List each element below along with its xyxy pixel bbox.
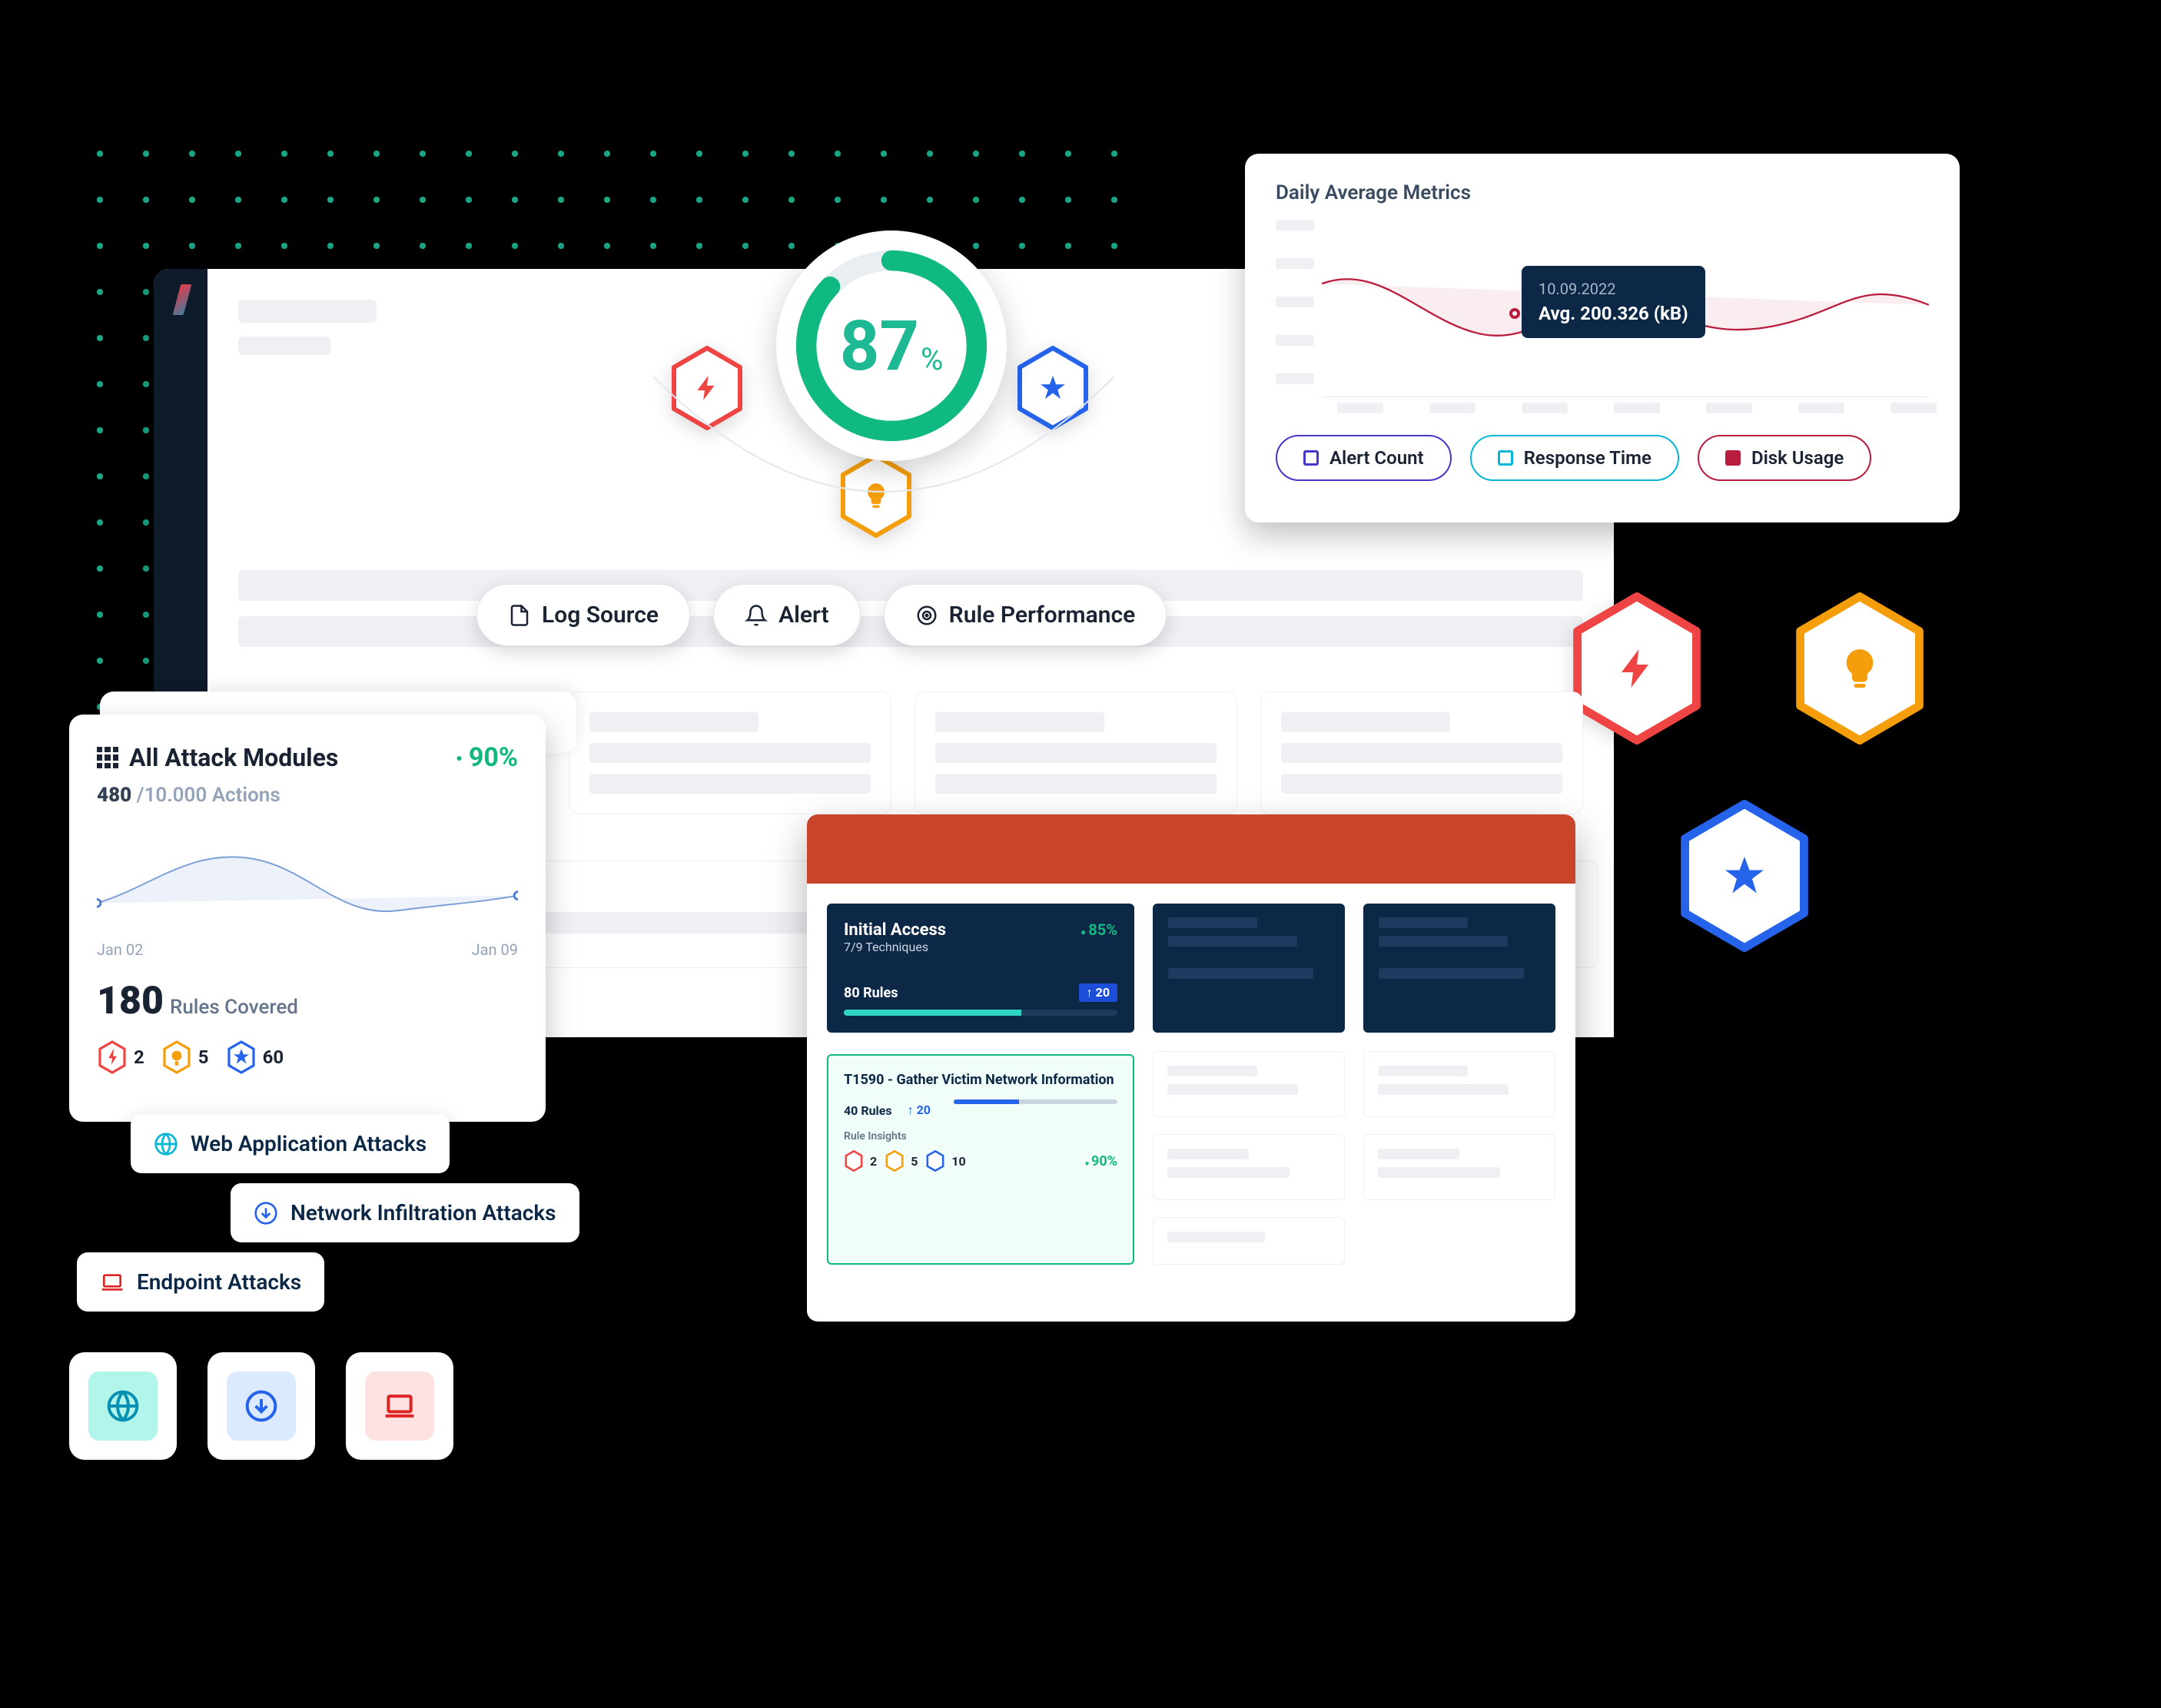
mitre-skeleton-card[interactable] bbox=[1153, 904, 1345, 1033]
tile-web[interactable] bbox=[69, 1352, 177, 1460]
pill-label: Web Application Attacks bbox=[191, 1131, 427, 1156]
mini-hex-amber: 5 bbox=[885, 1150, 918, 1172]
mitre-tactic-pct: 85% bbox=[1080, 920, 1117, 939]
download-circle-icon bbox=[244, 1389, 278, 1423]
mitre-skeleton-light[interactable] bbox=[1153, 1134, 1345, 1200]
attack-sparkline bbox=[97, 827, 518, 934]
pill-label: Disk Usage bbox=[1751, 447, 1844, 469]
pill-label: Endpoint Attacks bbox=[137, 1269, 301, 1295]
skeleton-subtitle bbox=[238, 337, 330, 355]
grid-icon bbox=[97, 747, 118, 768]
attack-title: All Attack Modules bbox=[97, 743, 338, 772]
mini-hex-blue: 10 bbox=[925, 1150, 965, 1172]
globe-icon bbox=[106, 1389, 140, 1423]
globe-icon bbox=[154, 1132, 178, 1156]
target-icon bbox=[915, 604, 938, 627]
download-circle-icon bbox=[254, 1201, 278, 1225]
attack-rules-covered: 180Rules Covered bbox=[97, 979, 518, 1023]
mitre-panel: Initial Access 7/9 Techniques 85% 80 Rul… bbox=[807, 814, 1575, 1322]
metrics-tooltip: 10.09.2022 Avg. 200.326 (kB) bbox=[1522, 266, 1705, 338]
mitre-delta: ↑ 20 bbox=[1079, 983, 1117, 1002]
tooltip-value: Avg. 200.326 (kB) bbox=[1539, 303, 1688, 324]
attack-type-web[interactable]: Web Application Attacks bbox=[131, 1114, 450, 1173]
attack-badges: 2 5 60 bbox=[97, 1040, 518, 1074]
metrics-chart: 10.09.2022 Avg. 200.326 (kB) bbox=[1276, 220, 1929, 404]
metrics-title: Daily Average Metrics bbox=[1276, 181, 1929, 204]
tab-alert[interactable]: Alert bbox=[713, 584, 861, 646]
daily-metrics-card: Daily Average Metrics 10.09.2022 Avg. 20… bbox=[1245, 154, 1960, 522]
tile-network[interactable] bbox=[207, 1352, 315, 1460]
attack-type-endpoint[interactable]: Endpoint Attacks bbox=[77, 1252, 324, 1312]
mitre-skeleton-light[interactable] bbox=[1363, 1051, 1555, 1117]
laptop-icon bbox=[100, 1270, 124, 1295]
mini-hex-red: 2 bbox=[97, 1040, 144, 1074]
bolt-icon bbox=[1614, 645, 1660, 691]
file-icon bbox=[508, 604, 531, 627]
mitre-technique-card[interactable]: T1590 - Gather Victim Network Informatio… bbox=[827, 1054, 1134, 1265]
mitre-skeleton-card[interactable] bbox=[1363, 904, 1555, 1033]
tile-endpoint[interactable] bbox=[346, 1352, 453, 1460]
metric-pill-disk-usage[interactable]: Disk Usage bbox=[1698, 435, 1871, 481]
attack-actions: 480 /10.000 Actions bbox=[97, 784, 518, 807]
metric-pill-response-time[interactable]: Response Time bbox=[1470, 435, 1679, 481]
mitre-header-bar bbox=[807, 814, 1575, 884]
date-end: Jan 09 bbox=[472, 940, 518, 959]
badge-hex-large-blue bbox=[1675, 799, 1814, 953]
overall-score-gauge: 87% bbox=[776, 230, 1007, 461]
tab-log-source[interactable]: Log Source bbox=[476, 584, 690, 646]
square-icon bbox=[1303, 450, 1319, 466]
pill-label: Response Time bbox=[1524, 447, 1651, 469]
badge-hex-large-amber bbox=[1791, 592, 1929, 745]
mitre-initial-access-card[interactable]: Initial Access 7/9 Techniques 85% 80 Rul… bbox=[827, 904, 1134, 1033]
mini-hex-blue: 60 bbox=[226, 1040, 284, 1074]
metric-pill-alert-count[interactable]: Alert Count bbox=[1276, 435, 1452, 481]
technique-rules: 40 Rules bbox=[844, 1103, 892, 1118]
mitre-tactic-sub: 7/9 Techniques bbox=[844, 940, 946, 954]
mitre-skeleton-light[interactable] bbox=[1153, 1051, 1345, 1117]
square-icon bbox=[1498, 450, 1513, 466]
mini-hex-amber: 5 bbox=[161, 1040, 209, 1074]
rule-insights-label: Rule Insights bbox=[844, 1130, 1117, 1143]
pill-label: Alert Count bbox=[1329, 447, 1424, 469]
technique-title: T1590 - Gather Victim Network Informatio… bbox=[844, 1071, 1117, 1089]
mini-hex-red: 2 bbox=[844, 1150, 877, 1172]
tab-label: Alert bbox=[778, 602, 829, 628]
metrics-highlight-dot bbox=[1509, 308, 1520, 319]
star-icon bbox=[1721, 853, 1768, 899]
skeleton-title bbox=[238, 300, 377, 323]
tab-rule-performance[interactable]: Rule Performance bbox=[884, 584, 1167, 646]
badge-hex-large-red bbox=[1568, 592, 1706, 745]
lightbulb-icon bbox=[1837, 645, 1883, 691]
attack-type-network[interactable]: Network Infiltration Attacks bbox=[231, 1183, 579, 1242]
mitre-rules-count: 80 Rules bbox=[844, 985, 898, 1001]
bell-icon bbox=[745, 604, 768, 627]
technique-pct: 90% bbox=[1085, 1153, 1118, 1169]
square-fill-icon bbox=[1725, 450, 1741, 466]
pill-label: Network Infiltration Attacks bbox=[290, 1200, 556, 1225]
attack-percent: 90% bbox=[456, 742, 518, 773]
tab-label: Rule Performance bbox=[949, 602, 1136, 628]
attack-modules-card: All Attack Modules 90% 480 /10.000 Actio… bbox=[69, 715, 546, 1122]
tooltip-date: 10.09.2022 bbox=[1539, 280, 1688, 298]
technique-delta: ↑ 20 bbox=[908, 1103, 931, 1118]
laptop-icon bbox=[383, 1389, 417, 1423]
mitre-tactic-title: Initial Access bbox=[844, 920, 946, 940]
mitre-skeleton-light[interactable] bbox=[1153, 1217, 1345, 1265]
tab-label: Log Source bbox=[542, 602, 659, 628]
mitre-skeleton-light[interactable] bbox=[1363, 1134, 1555, 1200]
date-start: Jan 02 bbox=[97, 940, 143, 959]
